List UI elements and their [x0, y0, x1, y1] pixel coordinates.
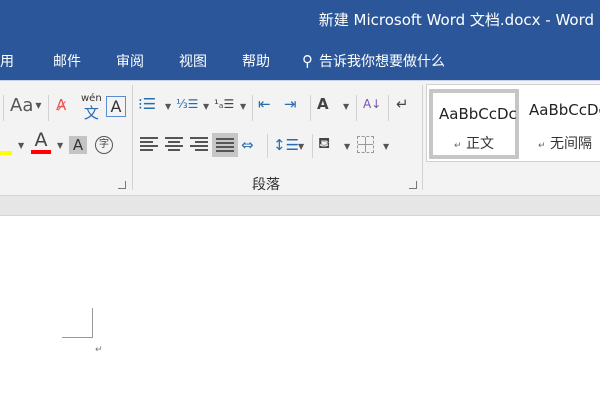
separator: [310, 95, 311, 121]
style-sample: AaBbCcDc: [529, 101, 600, 119]
increase-indent-icon[interactable]: ⇥: [284, 94, 297, 114]
separator: [3, 95, 4, 121]
enclose-characters-button[interactable]: 字: [95, 136, 113, 154]
separator: [356, 95, 357, 121]
paragraph-mark[interactable]: ↵: [95, 345, 103, 355]
bullets-icon[interactable]: ⁝☰: [138, 94, 156, 114]
paint-bucket-icon[interactable]: ⛾: [318, 133, 330, 153]
chevron-down-icon[interactable]: ▼: [343, 102, 349, 111]
paragraph-group-label: 段落: [252, 177, 280, 193]
style-no-spacing[interactable]: AaBbCcDc ↵ 无间隔: [523, 89, 600, 159]
separator: [252, 95, 253, 121]
character-border-button[interactable]: A: [106, 96, 126, 117]
chevron-down-icon[interactable]: ▼: [383, 142, 389, 151]
separator: [48, 95, 49, 121]
multilevel-list-icon[interactable]: ¹ₐ☰: [214, 94, 234, 114]
tell-me-box[interactable]: ⚲ 告诉我你想要做什么: [302, 51, 445, 71]
chevron-down-icon[interactable]: ▼: [298, 142, 304, 151]
chevron-down-icon[interactable]: ▼: [165, 102, 171, 111]
align-center-button[interactable]: [165, 137, 183, 151]
tell-me-text: 告诉我你想要做什么: [319, 54, 445, 70]
tab-view[interactable]: 视图: [179, 51, 207, 71]
chevron-down-icon[interactable]: ▼: [203, 102, 209, 111]
borders-icon[interactable]: [357, 136, 374, 153]
title-bar: 新建 Microsoft Word 文档.docx - Word: [0, 0, 600, 40]
sort-icon[interactable]: A↓: [363, 94, 381, 114]
chevron-down-icon: ▼: [35, 101, 42, 110]
font-color-label: A: [34, 129, 48, 151]
window-title: 新建 Microsoft Word 文档.docx - Word: [318, 11, 594, 29]
search-icon: ⚲: [302, 52, 313, 70]
ribbon-tabs: 用 邮件 审阅 视图 帮助 ⚲ 告诉我你想要做什么: [0, 40, 600, 80]
group-separator: [422, 85, 423, 190]
character-shading-button[interactable]: A: [69, 136, 87, 154]
chevron-down-icon[interactable]: ▼: [240, 102, 246, 111]
clear-formatting-icon[interactable]: A̷: [56, 95, 66, 115]
group-separator: [132, 85, 133, 190]
ruler-band: [0, 195, 600, 216]
decrease-indent-icon[interactable]: ⇤: [258, 94, 271, 114]
paragraph-dialog-launcher-icon[interactable]: [409, 181, 417, 189]
style-name: ↵ 无间隔: [538, 136, 592, 152]
numbering-icon[interactable]: ⅓☰: [176, 94, 198, 114]
align-right-button[interactable]: [190, 137, 208, 151]
separator: [388, 95, 389, 121]
change-case-button[interactable]: Aa ▼: [10, 95, 42, 116]
distributed-icon[interactable]: ⇔: [241, 135, 254, 155]
font-dialog-launcher-icon[interactable]: [118, 181, 126, 189]
tab-review[interactable]: 审阅: [116, 51, 144, 71]
separator: [267, 134, 268, 158]
text-direction-icon[interactable]: A: [317, 94, 329, 114]
chevron-down-icon[interactable]: ▼: [344, 142, 350, 151]
style-sample: AaBbCcDc: [439, 105, 517, 123]
tab-help[interactable]: 帮助: [242, 51, 270, 71]
line-spacing-icon[interactable]: ↕☰: [273, 135, 299, 155]
tab-mailings[interactable]: 邮件: [53, 51, 81, 71]
tab-references[interactable]: 用: [0, 51, 14, 71]
chevron-down-icon[interactable]: ▼: [18, 141, 24, 150]
margin-corner-mark: [62, 308, 93, 338]
font-color-button[interactable]: A: [31, 131, 51, 154]
phonetic-guide-button[interactable]: wén 文: [81, 93, 102, 121]
highlight-button[interactable]: [0, 133, 12, 155]
style-normal[interactable]: AaBbCcDc ↵ 正文: [429, 89, 519, 159]
highlight-color-bar: [0, 151, 12, 155]
align-left-button[interactable]: [140, 137, 158, 151]
change-case-label: Aa: [10, 95, 34, 116]
styles-gallery: AaBbCcDc ↵ 正文 AaBbCcDc ↵ 无间隔: [426, 84, 600, 162]
separator: [312, 134, 313, 158]
style-name: ↵ 正文: [454, 136, 494, 152]
chevron-down-icon[interactable]: ▼: [57, 141, 63, 150]
show-paragraph-marks-icon[interactable]: ↵: [396, 94, 409, 114]
justify-button[interactable]: [212, 133, 238, 157]
phonetic-bottom: 文: [83, 104, 99, 122]
